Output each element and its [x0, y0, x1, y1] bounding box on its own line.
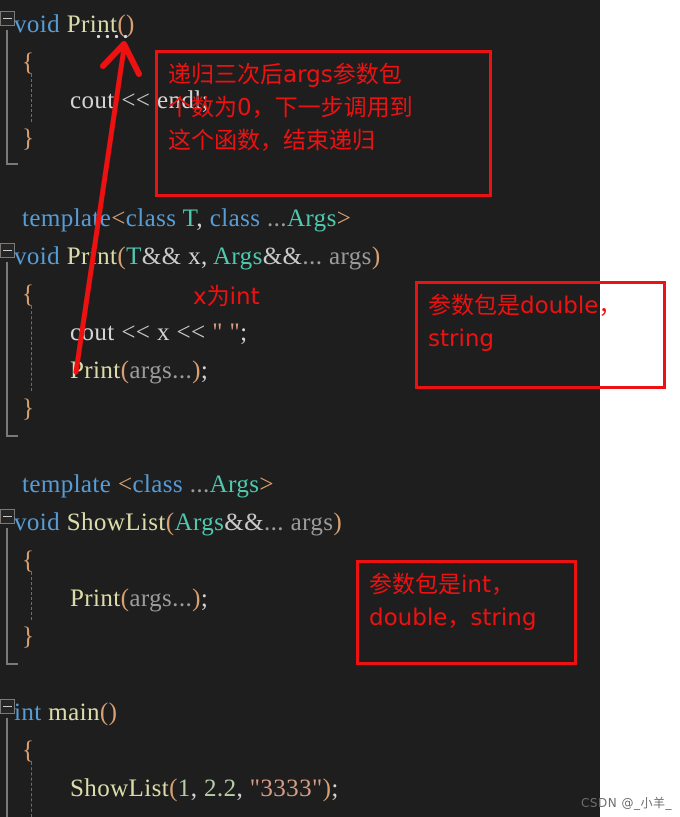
annotation-x-is-int-note: x为int: [193, 284, 260, 310]
code-line-8: cout << x << " ";: [70, 319, 248, 346]
code-line-15: }: [22, 623, 35, 650]
code-line-12: void ShowList(Args&&... args): [14, 509, 343, 536]
intellisense-squiggle-icon: [94, 34, 127, 39]
code-line-5: template<class T, class ...Args>: [22, 205, 352, 232]
code-line-14: Print(args...);: [70, 585, 209, 612]
code-line-18: ShowList(1, 2.2, "3333");: [70, 775, 339, 802]
code-line-2: {: [22, 49, 35, 76]
code-line-6: void Print(T&& x, Args&&... args): [14, 243, 381, 270]
csdn-watermark: CSDN @_小羊_: [580, 796, 672, 810]
code-line-11: template <class ...Args>: [22, 471, 274, 498]
code-line-4: }: [22, 125, 35, 152]
code-line-9: Print(args...);: [70, 357, 209, 384]
code-line-13: {: [22, 547, 35, 574]
annotation-pack-double-string-note: 参数包是double， string: [415, 281, 666, 389]
screenshot-root: void Print() { cout << endl; } template<…: [0, 0, 680, 817]
code-line-7: {: [22, 281, 35, 308]
annotation-recursion-end-note: 递归三次后args参数包 个数为0，下一步调用到 这个函数，结束递归: [155, 50, 492, 197]
code-line-17: {: [22, 737, 35, 764]
code-line-10: }: [22, 395, 35, 422]
code-line-16: int main(): [14, 699, 118, 726]
annotation-pack-int-double-string-note: 参数包是int， double，string: [356, 560, 577, 665]
